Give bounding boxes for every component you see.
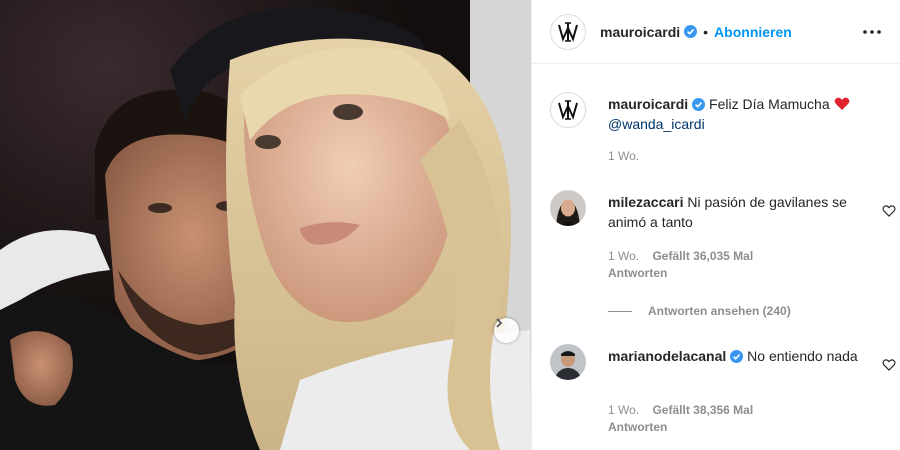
caption-item: mauroicardi Feliz Día Mamucha @wanda_ica… [550,92,890,172]
mi-logo-icon [558,100,578,120]
reply-button[interactable]: Antworten [608,420,667,434]
chevron-right-icon [496,318,503,328]
comment-meta: 1 Wo. Gefällt 36,035 Mal [608,248,763,264]
next-photo-button[interactable] [494,318,519,343]
caption-meta: 1 Wo. [608,148,649,164]
caption-timestamp[interactable]: 1 Wo. [608,149,639,163]
avatar-photo [550,344,586,380]
comment-item: milezaccari Ni pasión de gavilanes se an… [550,190,896,290]
man-eye-left [148,203,172,213]
caption-author-avatar[interactable] [550,92,586,128]
commenter-avatar[interactable] [550,344,586,380]
separator-dot: • [703,23,709,40]
photo-illustration [0,0,531,450]
follow-button[interactable]: Abonnieren [714,24,792,40]
comment-text-block: milezaccari Ni pasión de gavilanes se an… [608,192,872,232]
woman-eye-right [333,104,363,120]
view-replies-label: Antworten ansehen (240) [648,304,791,318]
verified-badge-icon [684,25,698,38]
view-replies-button[interactable]: Antworten ansehen (240) [608,304,791,318]
comment-text-block: marianodelacanal No entiendo nada [608,346,872,366]
commenter-username[interactable]: marianodelacanal [608,348,726,364]
author-username[interactable]: mauroicardi [600,24,680,40]
comment-timestamp[interactable]: 1 Wo. [608,249,639,263]
post-header: mauroicardi • Abonnieren [532,0,900,64]
comment-text: No entiendo nada [747,348,858,364]
caption-mention-link[interactable]: @wanda_icardi [608,116,705,132]
heart-outline-icon[interactable] [882,358,896,372]
caption-username[interactable]: mauroicardi [608,96,688,112]
author-avatar[interactable] [550,13,586,50]
red-heart-emoji-icon [834,97,849,110]
comment-meta: 1 Wo. Gefällt 38,356 Mal [608,402,763,418]
caption-text-block: mauroicardi Feliz Día Mamucha @wanda_ica… [608,94,872,134]
heart-outline-icon[interactable] [882,204,896,218]
more-options-icon [863,30,881,34]
mi-logo-icon [558,21,578,42]
comment-like-count[interactable]: Gefällt 36,035 Mal [652,249,753,263]
comment-timestamp[interactable]: 1 Wo. [608,403,639,417]
commenter-avatar[interactable] [550,190,586,226]
comment-like-count[interactable]: Gefällt 38,356 Mal [652,403,753,417]
comment-item: marianodelacanal No entiendo nada 1 Wo. … [550,344,896,444]
verified-badge-icon [730,350,744,363]
post-photo [0,0,531,450]
commenter-username[interactable]: milezaccari [608,194,684,210]
avatar-photo [550,190,586,226]
woman-eye-left [255,135,281,149]
more-options-button[interactable] [862,22,882,42]
verified-badge-icon [692,98,706,111]
comments-list: mauroicardi Feliz Día Mamucha @wanda_ica… [532,64,900,450]
reply-button[interactable]: Antworten [608,266,667,280]
view-replies-line [608,310,632,312]
caption-text: Feliz Día Mamucha [709,96,830,112]
post-side-panel: mauroicardi • Abonnieren mauroicardi Fel… [531,0,900,450]
